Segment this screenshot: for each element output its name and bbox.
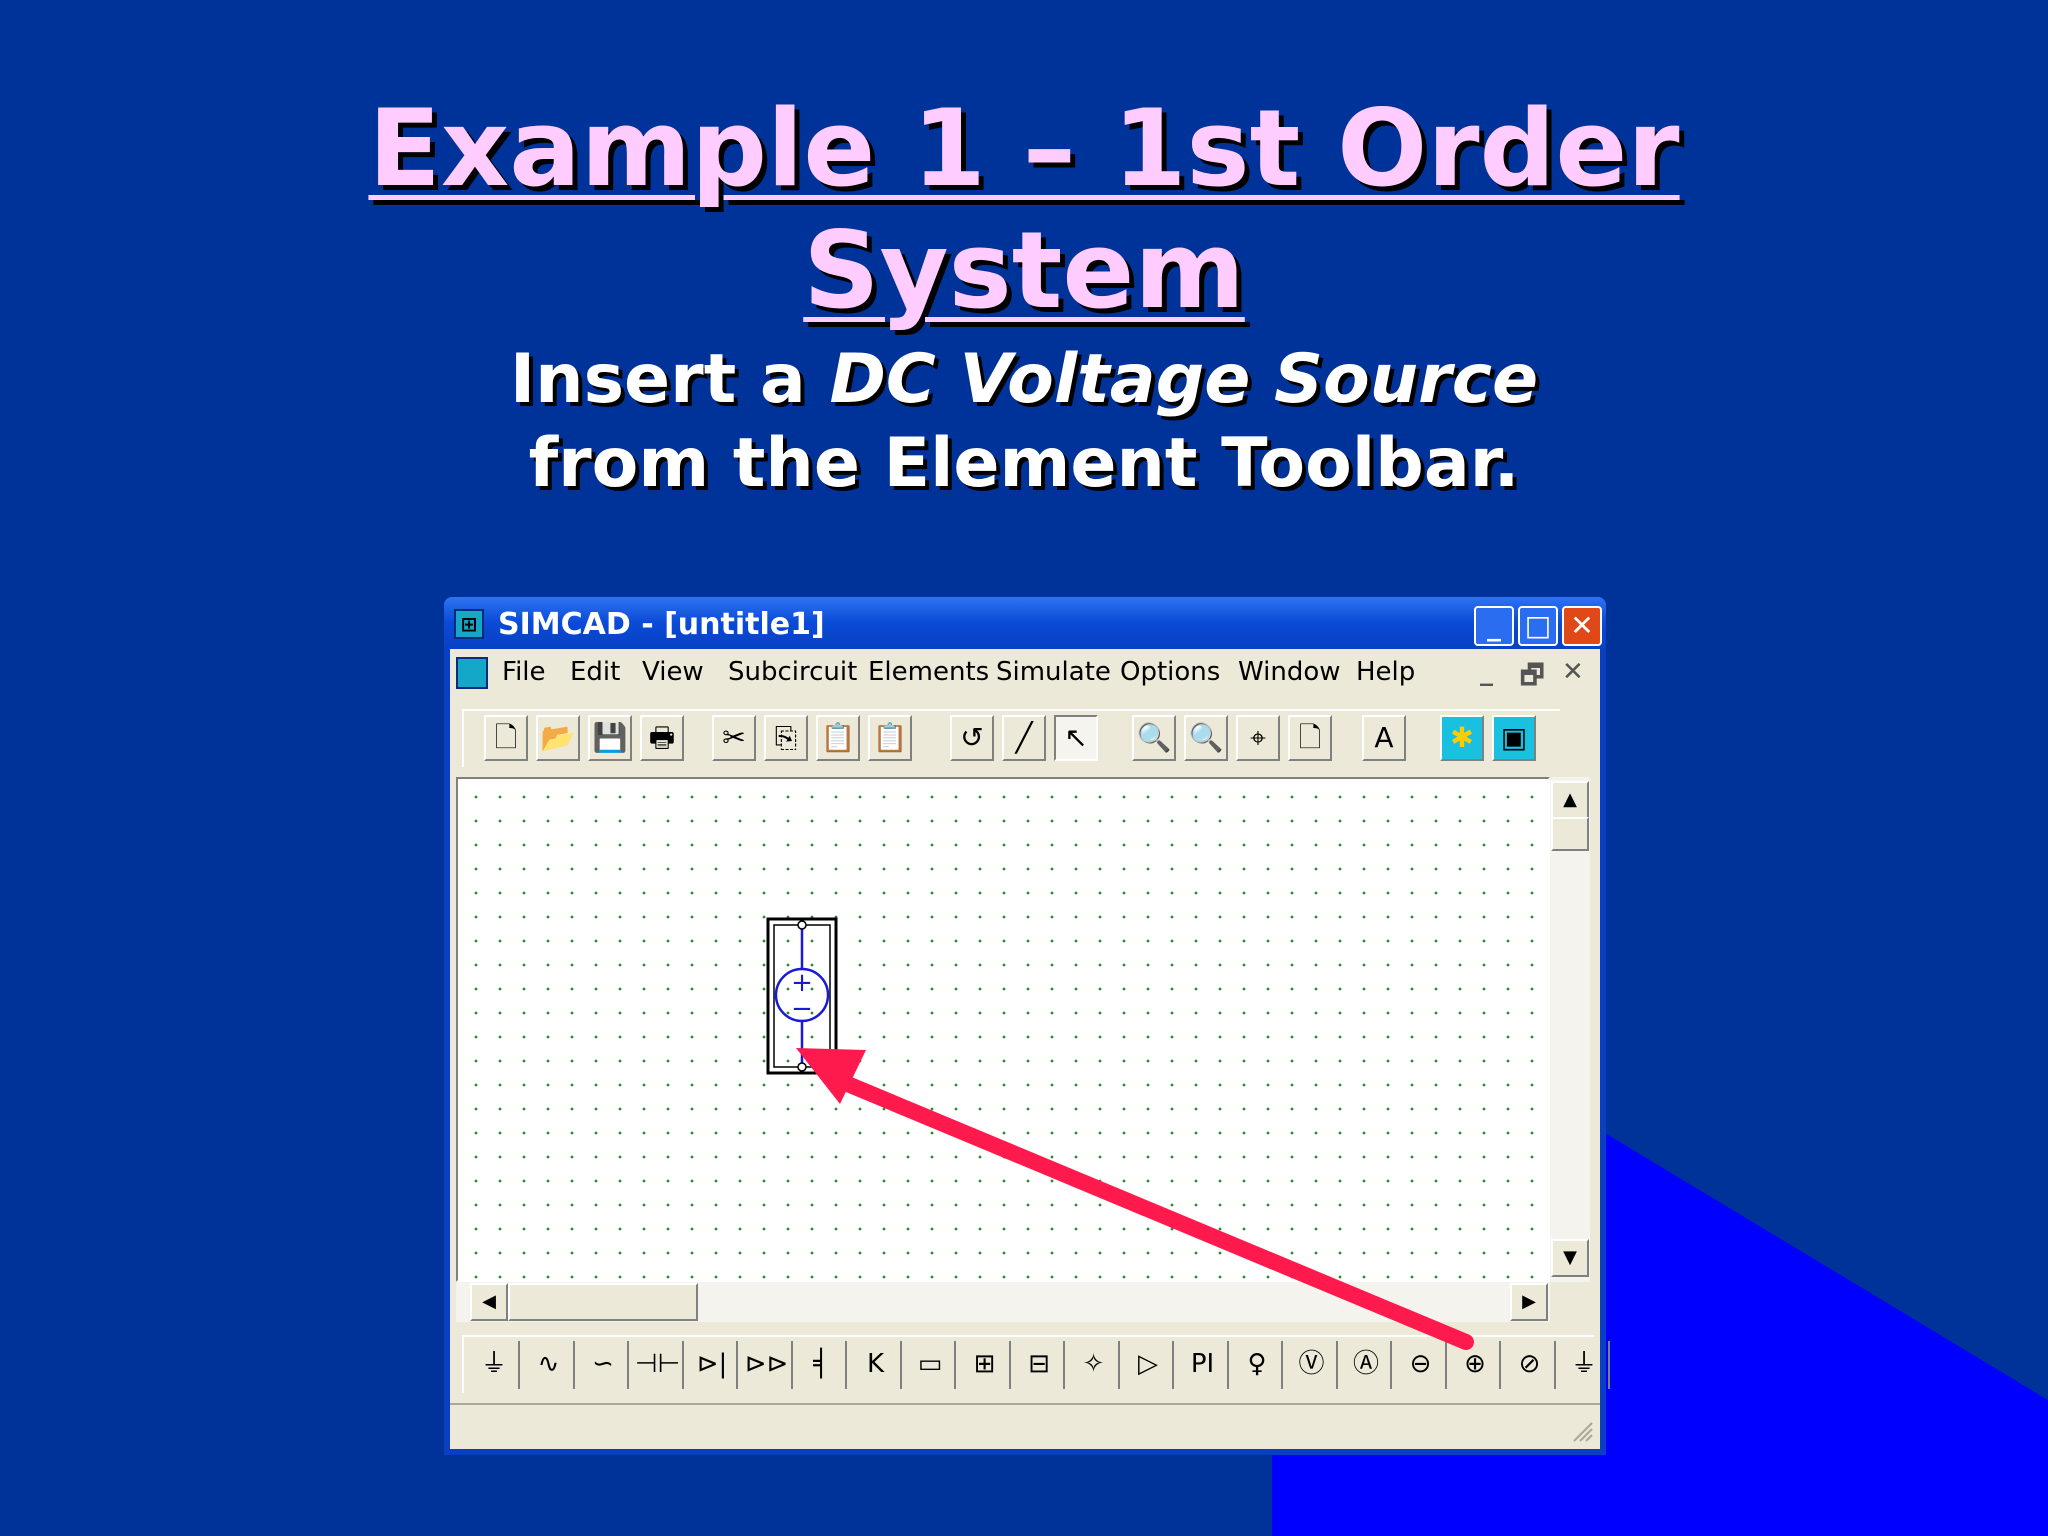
element-toolbar: ⏚ ∿ ∽ ⊣⊢ ⊳| ⊳⊳ ╡ K ▭ ⊞ ⊟ ✧ ▷ PI ♀ Ⓥ Ⓐ ⊖ ⊕ ⊘ ⏚ (462, 1335, 1610, 1393)
minimize-button[interactable]: _ (1474, 606, 1514, 646)
menu-help[interactable]: Help (1356, 657, 1415, 687)
subtitle-prefix: Insert a (509, 340, 830, 419)
zoom-out-icon[interactable]: 🔍 (1184, 715, 1228, 761)
zoom-fit-icon[interactable]: ⌖ (1236, 715, 1280, 761)
menu-view[interactable]: View (642, 657, 704, 687)
horizontal-scroll-thumb[interactable] (508, 1283, 698, 1321)
igbt-icon[interactable]: K (852, 1341, 902, 1389)
pi-controller-icon[interactable]: PI (1179, 1341, 1229, 1389)
maximize-button[interactable]: □ (1518, 606, 1558, 646)
pointer-icon[interactable]: ↖ (1054, 715, 1098, 761)
menu-subcircuit[interactable]: Subcircuit (728, 657, 857, 687)
ground-icon[interactable]: ⏚ (470, 1341, 520, 1389)
cut-icon[interactable]: ✂ (712, 715, 756, 761)
lamp-icon[interactable]: ✧ (1070, 1341, 1120, 1389)
menu-elements[interactable]: Elements (868, 657, 989, 687)
simcad-window: ⊞ SIMCAD - [untitle1] _ □ ✕ File Edit Vi… (444, 597, 1610, 1455)
vertical-scrollbar[interactable]: ▲ ▼ (1550, 777, 1590, 1282)
transformer-icon[interactable]: ▭ (906, 1341, 956, 1389)
close-button[interactable]: ✕ (1562, 606, 1602, 646)
menu-window[interactable]: Window (1238, 657, 1341, 687)
subtitle-emphasis: DC Voltage Source (829, 340, 1539, 419)
copy-icon[interactable]: ⎘ (764, 715, 808, 761)
resize-grip-icon[interactable] (1568, 1417, 1594, 1443)
more-icon[interactable]: ⏚ (1560, 1341, 1610, 1389)
status-bar (450, 1403, 1600, 1449)
mdi-restore-button[interactable]: 🗗 (1520, 657, 1544, 701)
zoom-in-icon[interactable]: 🔍 (1132, 715, 1176, 761)
draw-wire-icon[interactable]: ╱ (1002, 715, 1046, 761)
slide-subtitle: Insert a DC Voltage Source from the Elem… (0, 338, 2048, 506)
simcad-app-icon[interactable]: ⊞ (454, 609, 484, 639)
diode-icon[interactable]: ⊳| (688, 1341, 738, 1389)
ammeter-icon[interactable]: Ⓐ (1342, 1341, 1392, 1389)
zener-diode-icon[interactable]: ⊳⊳ (743, 1341, 793, 1389)
window-title: SIMCAD - [untitle1] (498, 607, 825, 642)
voltmeter-icon[interactable]: Ⓥ (1288, 1341, 1338, 1389)
schematic-canvas[interactable]: + − (456, 777, 1550, 1282)
mdi-close-button[interactable]: ✕ (1562, 657, 1584, 687)
opamp-icon[interactable]: ▷ (1124, 1341, 1174, 1389)
text-icon[interactable]: A (1362, 715, 1406, 761)
rotate-icon[interactable]: ↺ (950, 715, 994, 761)
mdi-minimize-button[interactable]: _ (1480, 657, 1493, 687)
mosfet-icon[interactable]: ╡ (797, 1341, 847, 1389)
save-icon[interactable]: 💾 (588, 715, 632, 761)
inductor-icon[interactable]: ∽ (579, 1341, 629, 1389)
print-icon[interactable]: 🖶 (640, 715, 684, 761)
new-file-icon[interactable]: 🗋 (484, 715, 528, 761)
clipboard-icon[interactable]: 📋 (868, 715, 912, 761)
minus-sign: − (791, 994, 813, 1024)
capacitor-icon[interactable]: ⊣⊢ (634, 1341, 684, 1389)
switch-module-icon[interactable]: ⊞ (961, 1341, 1011, 1389)
dc-voltage-source-component[interactable]: + − (458, 779, 1548, 1280)
menubar: File Edit View Subcircuit Elements Simul… (450, 649, 1600, 697)
scope-icon[interactable]: ▣ (1492, 715, 1536, 761)
window-titlebar[interactable]: ⊞ SIMCAD - [untitle1] _ □ ✕ (444, 597, 1606, 649)
scroll-left-button[interactable]: ◀ (470, 1283, 508, 1321)
simulate-icon[interactable]: ✱ (1440, 715, 1484, 761)
paste-icon[interactable]: 📋 (816, 715, 860, 761)
menu-simulate[interactable]: Simulate (996, 657, 1111, 687)
main-toolbar: 🗋 📂 💾 🖶 ✂ ⎘ 📋 📋 ↺ ╱ ↖ 🔍 🔍 ⌖ 🗋 A ✱ ▣ (462, 709, 1560, 767)
page-icon[interactable]: 🗋 (1288, 715, 1332, 761)
window-client: File Edit View Subcircuit Elements Simul… (450, 649, 1610, 1449)
voltage-probe-icon[interactable]: ♀ (1233, 1341, 1283, 1389)
dc-voltage-source-icon[interactable]: ⊕ (1451, 1341, 1501, 1389)
menu-file[interactable]: File (502, 657, 546, 687)
current-source-icon[interactable]: ⊘ (1506, 1341, 1556, 1389)
scroll-right-button[interactable]: ▶ (1510, 1283, 1548, 1321)
horizontal-scrollbar[interactable]: ◀ ▶ (456, 1282, 1550, 1322)
document-icon[interactable] (456, 657, 488, 689)
slide-title: Example 1 – 1st Order System (0, 88, 2048, 332)
scroll-up-button[interactable]: ▲ (1551, 781, 1589, 819)
scroll-down-button[interactable]: ▼ (1551, 1239, 1589, 1277)
menu-options[interactable]: Options (1120, 657, 1220, 687)
resistor-icon[interactable]: ∿ (525, 1341, 575, 1389)
ac-source-icon[interactable]: ⊖ (1397, 1341, 1447, 1389)
open-folder-icon[interactable]: 📂 (536, 715, 580, 761)
menu-edit[interactable]: Edit (570, 657, 620, 687)
subtitle-line-2: from the Element Toolbar. (528, 424, 1520, 503)
switch-module-2-icon[interactable]: ⊟ (1015, 1341, 1065, 1389)
title-line-2: System (803, 209, 1245, 332)
title-line-1: Example 1 – 1st Order (368, 87, 1680, 210)
vertical-scroll-thumb[interactable] (1551, 817, 1589, 851)
